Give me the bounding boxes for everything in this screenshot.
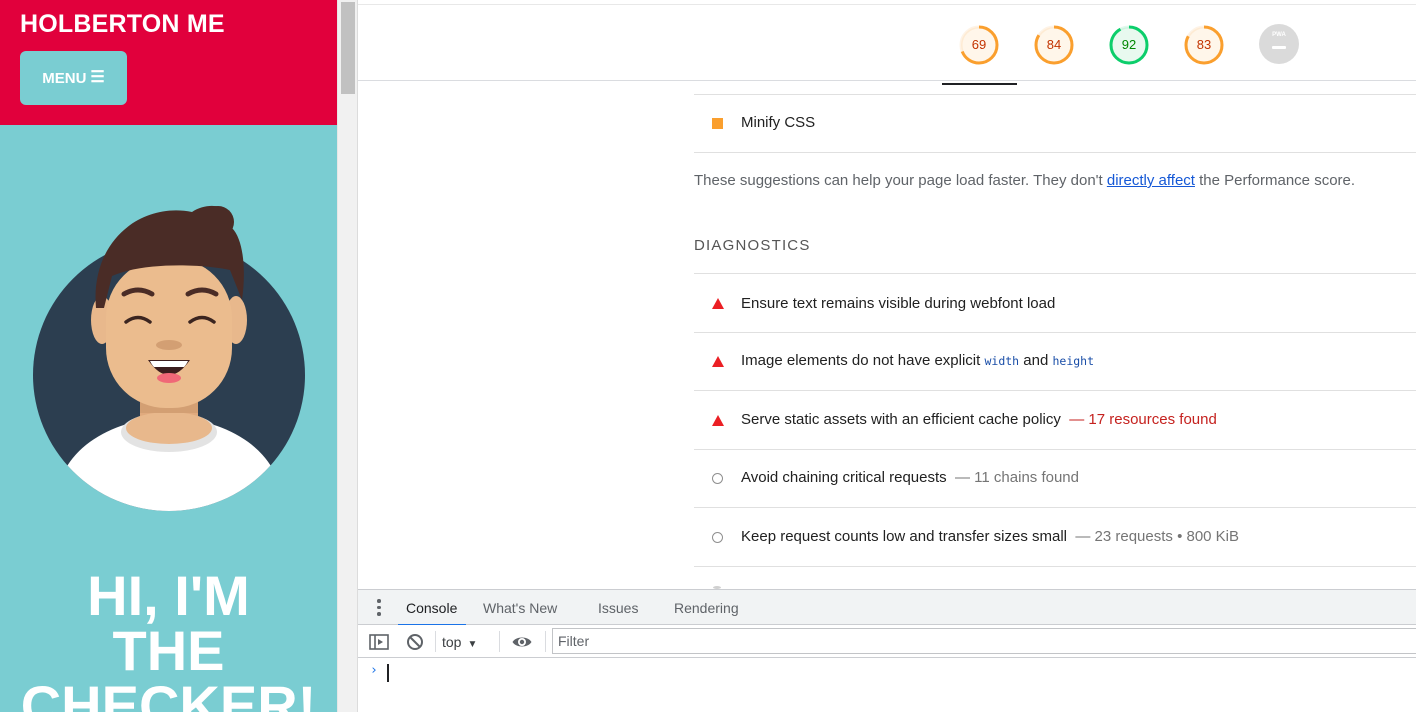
fail-triangle-icon	[712, 415, 724, 426]
audit-row[interactable]: Ensure text remains visible during webfo…	[694, 273, 1416, 332]
audit-title-part: Image elements do not have explicit	[741, 352, 985, 369]
devtools-panel: 69 84 92 83 PWA Minify CSS These suggest…	[358, 0, 1416, 712]
audit-title-part: Avoid chaining critical requests	[741, 469, 947, 486]
audit-title: Keep request counts low and transfer siz…	[741, 528, 1239, 545]
audit-row[interactable]: Image elements do not have explicit widt…	[694, 332, 1416, 390]
toolbar-separator	[545, 631, 546, 652]
screen: HOLBERTON ME MENU ☰ HI, I'M THE CHECKER!…	[0, 0, 1416, 712]
gauge-value: 92	[1121, 37, 1137, 52]
site-preview: HOLBERTON ME MENU ☰ HI, I'M THE CHECKER!	[0, 0, 337, 712]
audit-row[interactable]: Serve static assets with an efficient ca…	[694, 390, 1416, 449]
audit-title: Ensure text remains visible during webfo…	[741, 295, 1056, 312]
gauge-value: 69	[971, 37, 987, 52]
page-scrollbar-thumb[interactable]	[341, 2, 355, 94]
audit-title: Image elements do not have explicit widt…	[741, 352, 1094, 369]
hero-heading: HI, I'M THE CHECKER!	[0, 568, 337, 712]
clear-console-icon[interactable]	[404, 631, 426, 653]
console-drawer: Console What's New Issues Rendering top ▼	[358, 589, 1416, 712]
pwa-badge-label: PWA	[1272, 32, 1286, 38]
sidebar-toggle-icon[interactable]	[368, 631, 390, 653]
hero-line-1: HI, I'M	[87, 564, 250, 627]
audit-title-part: and	[1019, 352, 1053, 369]
gauge-score-accessibility[interactable]: 84	[1033, 24, 1075, 66]
tab-console[interactable]: Console	[397, 590, 467, 626]
console-input-cursor[interactable]	[387, 664, 389, 682]
gauge-score-pwa[interactable]: PWA	[1259, 24, 1301, 66]
avatar-illustration	[33, 205, 305, 511]
active-gauge-underline	[942, 83, 1017, 85]
suggestions-note: These suggestions can help your page loa…	[694, 172, 1355, 189]
dropdown-caret-icon: ▼	[467, 639, 478, 650]
gauge-score-performance[interactable]: 69	[958, 24, 1000, 66]
context-value: top	[442, 634, 462, 650]
menu-button[interactable]: MENU ☰	[20, 51, 127, 105]
info-circle-icon	[712, 532, 723, 543]
diagnostics-heading: DIAGNOSTICS	[694, 237, 811, 254]
audit-detail: — 23 requests • 800 KiB	[1075, 528, 1240, 545]
pwa-dash-icon	[1272, 46, 1286, 49]
audit-title-part: Keep request counts low and transfer siz…	[741, 528, 1067, 545]
suggestions-text: These suggestions can help your page loa…	[694, 172, 1107, 189]
page-scrollbar[interactable]	[337, 0, 358, 712]
console-toolbar: top ▼	[358, 625, 1416, 658]
eye-icon[interactable]	[511, 631, 533, 653]
audit-row[interactable]: Keep request counts low and transfer siz…	[694, 507, 1416, 566]
gauge-value: 84	[1046, 37, 1062, 52]
audit-row[interactable]: Avoid chaining critical requests — 11 ch…	[694, 449, 1416, 507]
console-prompt-icon: ›	[370, 663, 378, 678]
fail-triangle-icon	[712, 356, 724, 367]
tab-rendering[interactable]: Rendering	[674, 590, 739, 625]
hero-line-2: THE	[112, 619, 225, 682]
filter-input[interactable]	[552, 628, 1416, 654]
toolbar-separator	[499, 631, 500, 652]
tab-whats-new[interactable]: What's New	[483, 590, 557, 625]
audit-title: Serve static assets with an efficient ca…	[741, 411, 1217, 428]
divider	[694, 152, 1416, 153]
audit-detail: — 17 resources found	[1069, 411, 1217, 428]
fail-triangle-icon	[712, 298, 724, 309]
toolbar-separator	[435, 631, 436, 652]
gauge-score-seo[interactable]: 83	[1183, 24, 1225, 66]
partial-row-marker	[713, 586, 721, 589]
divider	[694, 566, 1416, 567]
hero-line-3: CHECKER!	[20, 674, 317, 712]
audit-title-part: Serve static assets with an efficient ca…	[741, 411, 1061, 428]
audit-title: Minify CSS	[741, 114, 816, 131]
hamburger-icon: ☰	[90, 69, 105, 86]
gauge-score-best-practices[interactable]: 92	[1108, 24, 1150, 66]
site-header: HOLBERTON ME MENU ☰	[0, 0, 337, 125]
tab-issues[interactable]: Issues	[598, 590, 638, 625]
code-width: width	[984, 354, 1020, 368]
audit-title: Avoid chaining critical requests — 11 ch…	[741, 469, 1079, 486]
square-warning-icon	[712, 118, 723, 129]
info-circle-icon	[712, 473, 723, 484]
audit-row[interactable]: Minify CSS	[694, 94, 1416, 152]
more-options-icon[interactable]	[374, 599, 384, 617]
site-brand[interactable]: HOLBERTON ME	[20, 10, 225, 39]
directly-affect-link[interactable]: directly affect	[1107, 172, 1195, 189]
menu-label: MENU	[42, 69, 87, 87]
drawer-tabbar: Console What's New Issues Rendering	[358, 590, 1416, 626]
lighthouse-score-bar: 69 84 92 83 PWA	[358, 5, 1416, 85]
audit-detail: — 11 chains found	[955, 469, 1079, 486]
code-height: height	[1052, 354, 1095, 368]
suggestions-text-end: the Performance score.	[1194, 172, 1356, 189]
context-selector[interactable]: top ▼	[442, 631, 477, 653]
gauge-value: 83	[1196, 37, 1212, 52]
